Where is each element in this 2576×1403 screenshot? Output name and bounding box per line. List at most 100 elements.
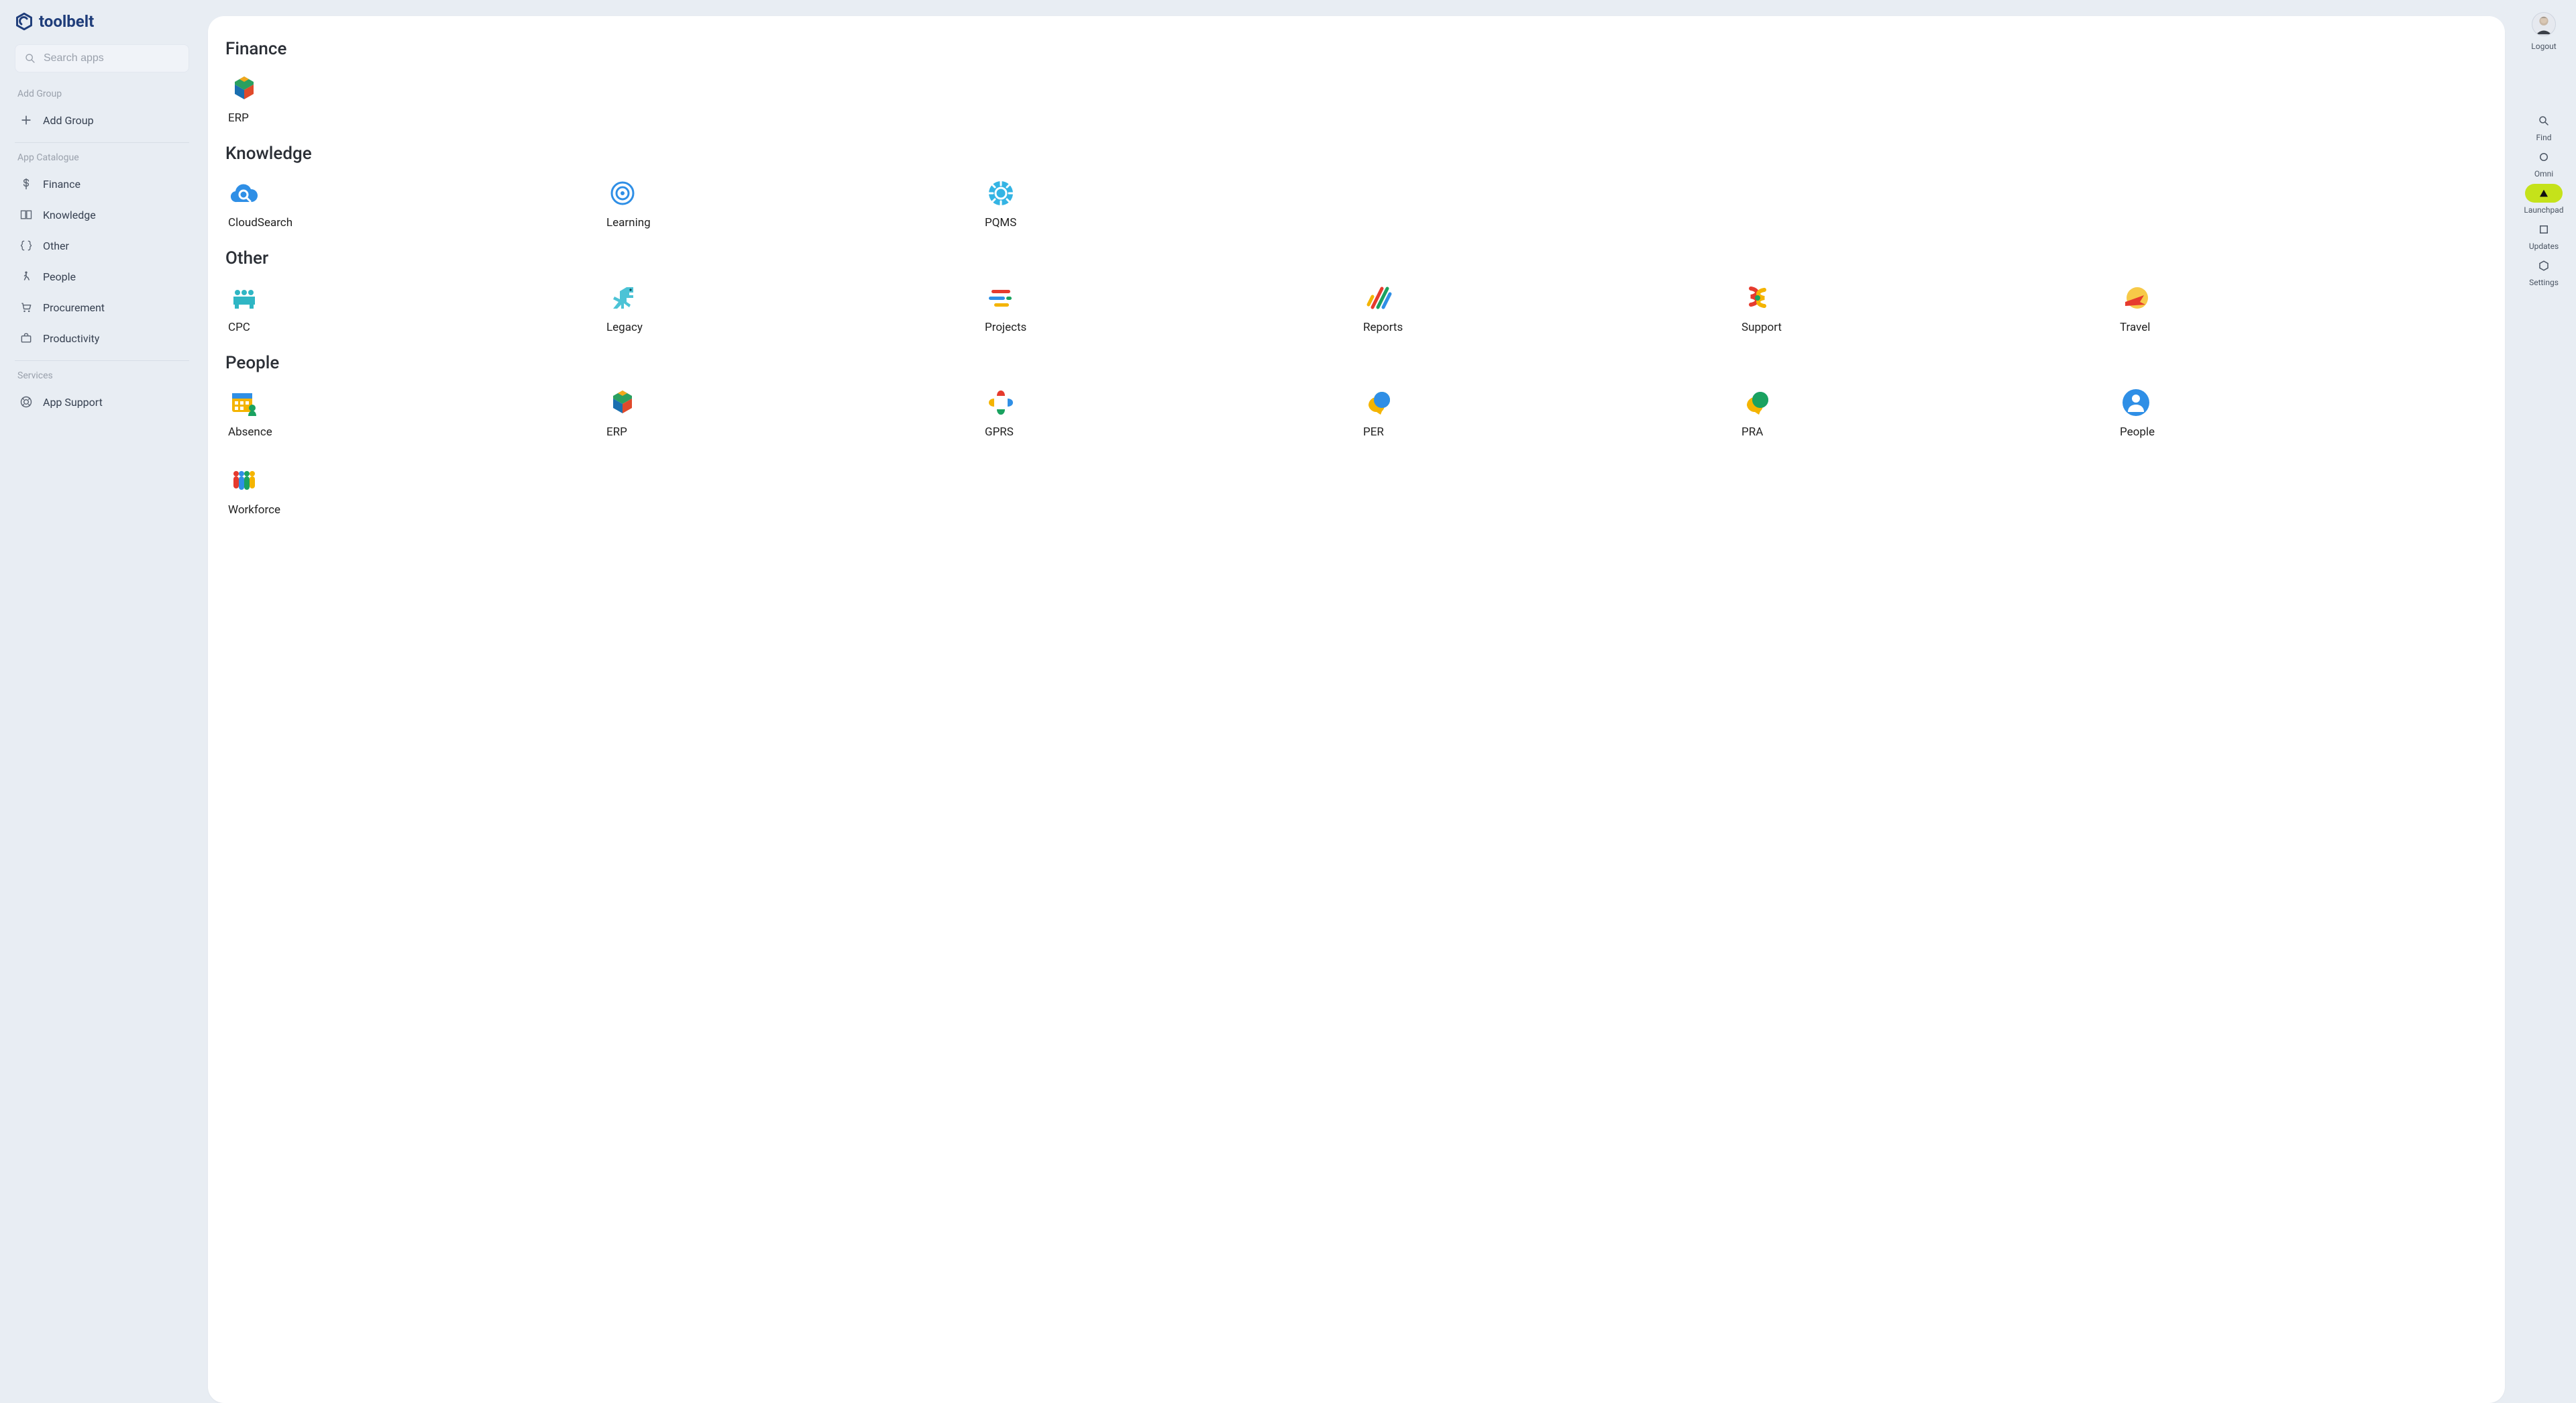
- plus-rgby-icon: [985, 386, 1017, 419]
- sidebar-divider: [15, 360, 189, 361]
- dino-icon: [606, 282, 639, 314]
- rail-settings[interactable]: Settings: [2524, 254, 2563, 290]
- group-title-other: Other: [225, 248, 2487, 268]
- app-tile-legacy[interactable]: Legacy: [604, 279, 711, 338]
- app-tile-pqms[interactable]: PQMS: [982, 174, 1089, 233]
- app-tile-travel[interactable]: Travel: [2117, 279, 2224, 338]
- people-rgby-icon: [228, 464, 260, 497]
- rail-find[interactable]: Find: [2524, 109, 2563, 145]
- app-tile-label: PQMS: [985, 216, 1016, 229]
- group-title-knowledge: Knowledge: [225, 144, 2487, 164]
- sidebar-item-people[interactable]: People: [12, 261, 192, 292]
- launchpad-panel: Finance ERPKnowledge CloudSearch Learnin…: [208, 16, 2505, 1403]
- app-tile-label: Projects: [985, 321, 1026, 334]
- sidebar-item-label: Add Group: [43, 114, 94, 127]
- sidebar-item-finance[interactable]: Finance: [12, 168, 192, 199]
- app-tile-projects[interactable]: Projects: [982, 279, 1089, 338]
- brand-name: toolbelt: [39, 12, 94, 31]
- sidebar: toolbelt Add Group Add Group App Catalogue…: [0, 0, 201, 1403]
- app-tile-support[interactable]: Support: [1739, 279, 1846, 338]
- slashes-rgb-icon: [1363, 282, 1395, 314]
- app-tile-erp[interactable]: ERP: [604, 384, 711, 443]
- sidebar-section-label: App Catalogue: [12, 150, 192, 168]
- rail-launchpad[interactable]: Launchpad: [2524, 181, 2563, 217]
- app-grid: ERP: [225, 70, 2487, 129]
- erp-cube-icon: [606, 386, 639, 419]
- app-tile-label: Reports: [1363, 321, 1403, 334]
- dollar-icon: [19, 176, 34, 191]
- search-input[interactable]: [42, 52, 179, 65]
- rail-updates[interactable]: Updates: [2524, 217, 2563, 254]
- app-grid: CloudSearch Learning PQMS: [225, 174, 2487, 233]
- sidebar-item-knowledge[interactable]: Knowledge: [12, 199, 192, 230]
- app-tile-cloudsearch[interactable]: CloudSearch: [225, 174, 333, 233]
- app-tile-label: Learning: [606, 216, 651, 229]
- sidebar-item-procurement[interactable]: Procurement: [12, 292, 192, 323]
- person-blue-icon: [2120, 386, 2152, 419]
- right-rail: Logout Find Omni Launchpad Updates Settings: [2512, 0, 2576, 1403]
- sidebar-item-app-support[interactable]: App Support: [12, 386, 192, 417]
- app-tile-label: ERP: [606, 425, 627, 439]
- app-tile-label: Absence: [228, 425, 272, 439]
- sidebar-item-label: Productivity: [43, 332, 99, 345]
- magnify-icon: [2534, 111, 2553, 130]
- sidebar-section-label: Add Group: [12, 86, 192, 105]
- sidebar-item-label: People: [43, 270, 76, 283]
- app-tile-gprs[interactable]: GPRS: [982, 384, 1089, 443]
- rail-label: Find: [2536, 133, 2552, 142]
- book-icon: [19, 207, 34, 222]
- ribbon-ryg-icon: [1741, 282, 1774, 314]
- app-tile-label: GPRS: [985, 425, 1014, 439]
- braces-icon: [19, 238, 34, 253]
- app-tile-absence[interactable]: Absence: [225, 384, 333, 443]
- app-tile-erp[interactable]: ERP: [225, 70, 333, 129]
- square-icon: [2534, 220, 2553, 239]
- triangle-icon: [2525, 184, 2563, 203]
- app-tile-label: ERP: [228, 111, 249, 125]
- sidebar-item-label: App Support: [43, 396, 103, 409]
- sidebar-item-label: Knowledge: [43, 209, 96, 221]
- app-tile-pra[interactable]: PRA: [1739, 384, 1846, 443]
- app-tile-learning[interactable]: Learning: [604, 174, 711, 233]
- gear-badge-icon: [985, 177, 1017, 209]
- app-tile-people[interactable]: People: [2117, 384, 2224, 443]
- rail-label: Settings: [2529, 278, 2559, 287]
- bars-rgb-icon: [985, 282, 1017, 314]
- app-tile-reports[interactable]: Reports: [1360, 279, 1468, 338]
- app-tile-label: CloudSearch: [228, 216, 292, 229]
- app-tile-cpc[interactable]: CPC: [225, 279, 333, 338]
- app-tile-per[interactable]: PER: [1360, 384, 1468, 443]
- person-walk-icon: [19, 269, 34, 284]
- hexagon-icon: [2534, 256, 2553, 275]
- sidebar-item-add-group[interactable]: Add Group: [12, 105, 192, 136]
- rail-label: Launchpad: [2524, 205, 2563, 215]
- cloud-search-icon: [228, 177, 260, 209]
- panel-teal-icon: [228, 282, 260, 314]
- calendar-person-icon: [228, 386, 260, 419]
- brand-icon: [15, 12, 34, 31]
- search-apps[interactable]: [15, 44, 189, 72]
- avatar[interactable]: [2532, 12, 2556, 36]
- cart-icon: [19, 300, 34, 315]
- brand-logo[interactable]: toolbelt: [12, 12, 192, 40]
- app-tile-label: PRA: [1741, 425, 1763, 439]
- rail-label: Omni: [2534, 169, 2553, 178]
- app-tile-workforce[interactable]: Workforce: [225, 462, 333, 521]
- sidebar-item-label: Procurement: [43, 301, 105, 314]
- rail-label: Updates: [2529, 242, 2559, 251]
- app-tile-label: PER: [1363, 425, 1384, 439]
- app-tile-label: Travel: [2120, 321, 2150, 334]
- plus-icon: [19, 113, 34, 127]
- app-grid: Absence ERP GPRS PER PRA People Workforc…: [225, 384, 2487, 521]
- sidebar-item-other[interactable]: Other: [12, 230, 192, 261]
- briefcase-icon: [19, 331, 34, 346]
- sidebar-section-label: Services: [12, 368, 192, 386]
- rail-omni[interactable]: Omni: [2524, 145, 2563, 181]
- logout-link[interactable]: Logout: [2531, 42, 2556, 51]
- search-icon: [25, 52, 36, 64]
- avatar-image: [2532, 13, 2555, 36]
- sidebar-item-label: Other: [43, 240, 69, 252]
- sidebar-item-productivity[interactable]: Productivity: [12, 323, 192, 354]
- app-tile-label: People: [2120, 425, 2155, 439]
- chat-gb-icon: [1363, 386, 1395, 419]
